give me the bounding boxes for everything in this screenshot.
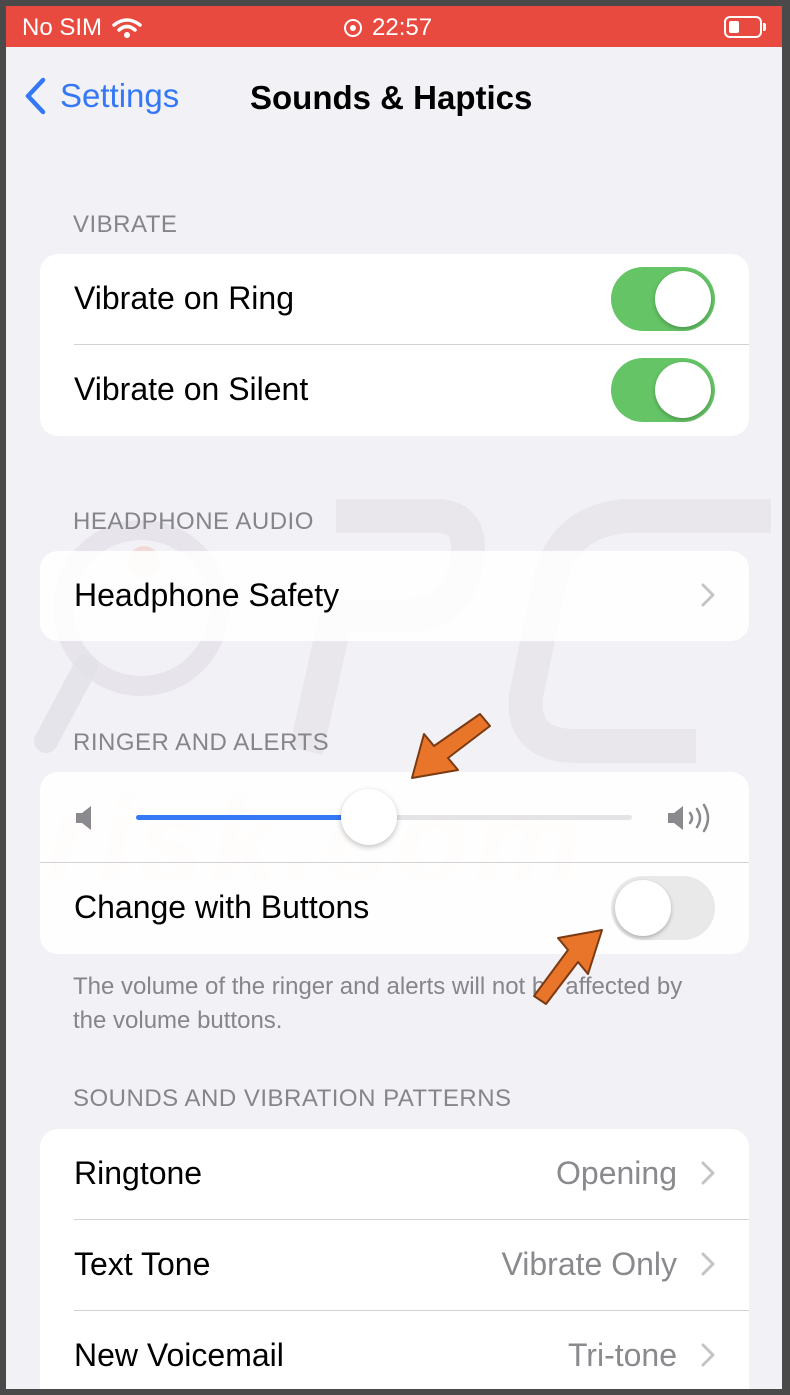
row-value: Opening — [556, 1155, 677, 1191]
toggle-knob — [655, 271, 711, 327]
section-header-headphone: HEADPHONE AUDIO — [73, 508, 314, 535]
vibrate-on-silent-row: Vibrate on Silent — [40, 345, 749, 435]
battery-icon — [724, 16, 766, 38]
toggle-knob — [655, 362, 711, 418]
row-value: Vibrate Only — [501, 1246, 678, 1282]
headphone-safety-row[interactable]: Headphone Safety — [40, 551, 749, 641]
page-title: Sounds & Haptics — [250, 79, 533, 116]
row-value: Tri-tone — [567, 1337, 677, 1373]
back-label: Settings — [60, 77, 180, 114]
row-label: Ringtone — [74, 1155, 203, 1191]
settings-screen: risk.com No SIM 22:57 Settings Sounds & — [6, 6, 782, 1389]
slider-thumb[interactable] — [341, 789, 398, 845]
chevron-right-icon — [701, 1161, 715, 1185]
annotation-arrow-icon — [411, 713, 491, 779]
status-bar: No SIM 22:57 — [6, 6, 782, 47]
row-label: Change with Buttons — [74, 889, 370, 925]
ringtone-row[interactable]: Ringtone Opening — [40, 1129, 749, 1219]
wifi-icon — [112, 18, 142, 38]
row-label: Vibrate on Silent — [74, 371, 309, 407]
clock: 22:57 — [372, 14, 433, 41]
vibrate-on-ring-toggle[interactable] — [611, 267, 715, 331]
new-voicemail-row[interactable]: New Voicemail Tri-tone — [40, 1311, 749, 1389]
slider-fill — [136, 815, 370, 820]
headphone-group: Headphone Safety — [40, 551, 749, 641]
patterns-group: Ringtone Opening Text Tone Vibrate Only … — [40, 1129, 749, 1389]
change-with-buttons-row: Change with Buttons — [40, 863, 749, 953]
chevron-right-icon — [701, 583, 715, 607]
change-with-buttons-toggle[interactable] — [611, 876, 715, 940]
chevron-right-icon — [701, 1343, 715, 1367]
row-label: Headphone Safety — [74, 577, 340, 613]
volume-row — [40, 772, 749, 862]
speaker-high-icon — [668, 803, 710, 833]
vibrate-on-ring-row: Vibrate on Ring — [40, 254, 749, 344]
chevron-left-icon — [25, 77, 46, 115]
ringer-group: Change with Buttons — [40, 772, 749, 954]
ringer-volume-slider[interactable] — [136, 789, 632, 845]
row-label: Text Tone — [74, 1246, 211, 1282]
annotation-arrow-icon — [533, 929, 603, 1005]
vibrate-group: Vibrate on Ring Vibrate on Silent — [40, 254, 749, 436]
section-header-patterns: SOUNDS AND VIBRATION PATTERNS — [73, 1085, 512, 1112]
carrier-label: No SIM — [22, 14, 103, 41]
row-label: New Voicemail — [74, 1337, 284, 1373]
back-button[interactable]: Settings — [24, 77, 179, 115]
screen-recording-icon — [344, 19, 362, 37]
text-tone-row[interactable]: Text Tone Vibrate Only — [40, 1220, 749, 1310]
row-label: Vibrate on Ring — [74, 280, 294, 316]
section-header-vibrate: VIBRATE — [73, 211, 178, 238]
section-header-ringer: RINGER AND ALERTS — [73, 729, 330, 756]
vibrate-on-silent-toggle[interactable] — [611, 358, 715, 422]
speaker-low-icon — [76, 806, 91, 830]
toggle-knob — [615, 880, 671, 936]
chevron-right-icon — [701, 1252, 715, 1276]
navigation-bar: Settings Sounds & Haptics — [6, 47, 782, 147]
